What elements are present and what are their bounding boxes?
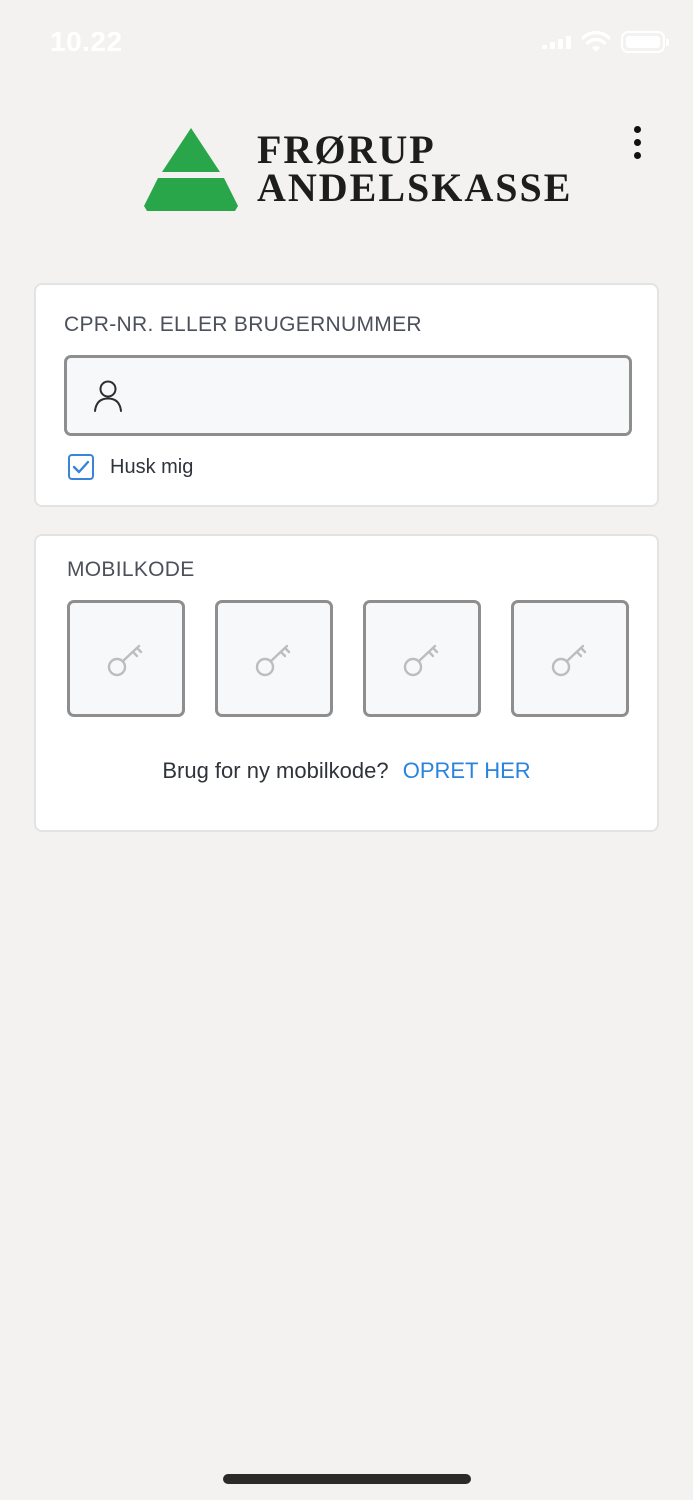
remember-me-label: Husk mig [110, 455, 194, 478]
battery-icon [621, 31, 669, 53]
status-bar: 10.22 [0, 0, 693, 84]
code-digit-row [67, 600, 629, 717]
remember-me-toggle[interactable]: Husk mig [68, 454, 193, 480]
new-code-help-text: Brug for ny mobilkode? [162, 758, 389, 783]
key-icon [403, 644, 439, 676]
more-dot-icon [633, 151, 641, 159]
logo-line1: FRØRUP [257, 127, 436, 172]
key-icon [255, 644, 291, 676]
more-dot-icon [633, 125, 641, 133]
cpr-input-container[interactable] [64, 355, 632, 436]
logo-text: FRØRUP ANDELSKASSE [257, 127, 573, 210]
key-icon [551, 644, 587, 676]
new-code-row: Brug for ny mobilkode? OPRET HER [36, 758, 657, 784]
status-icons [542, 30, 669, 54]
more-menu-button[interactable] [625, 122, 649, 162]
more-dot-icon [633, 138, 641, 146]
create-code-link[interactable]: OPRET HER [403, 758, 531, 783]
home-indicator[interactable] [223, 1474, 471, 1484]
logo-line2: ANDELSKASSE [257, 165, 573, 210]
code-digit-1[interactable] [67, 600, 185, 717]
bank-logo: FRØRUP ANDELSKASSE [143, 126, 572, 212]
cellular-signal-icon [542, 35, 571, 49]
user-icon [94, 380, 122, 412]
checkmark-icon [72, 460, 90, 474]
remember-me-checkbox[interactable] [68, 454, 94, 480]
cpr-label: CPR-NR. ELLER BRUGERNUMMER [64, 313, 422, 336]
cpr-input[interactable] [123, 358, 629, 433]
mobile-code-label: MOBILKODE [67, 558, 195, 581]
status-time: 10.22 [50, 26, 123, 57]
code-digit-2[interactable] [215, 600, 333, 717]
mobile-code-card: MOBILKODE Brug for ny mobilkode? OPRET H… [34, 534, 659, 832]
cpr-card: CPR-NR. ELLER BRUGERNUMMER Husk mig [34, 283, 659, 507]
key-icon [107, 644, 143, 676]
wifi-icon [581, 31, 611, 52]
code-digit-4[interactable] [511, 600, 629, 717]
triangle-logo-icon [144, 128, 238, 211]
code-digit-3[interactable] [363, 600, 481, 717]
